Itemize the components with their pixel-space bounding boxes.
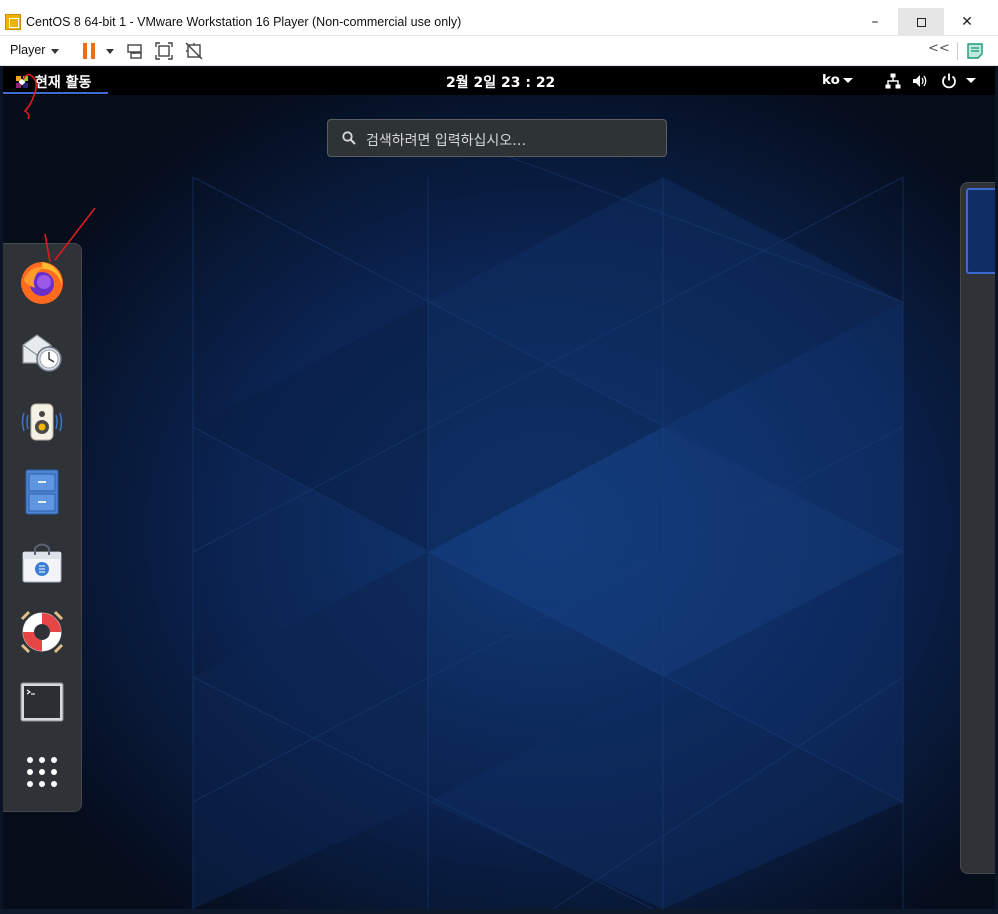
speaker-icon bbox=[21, 403, 63, 441]
player-toolbar: Player << bbox=[0, 36, 998, 66]
dock-item-terminal[interactable] bbox=[17, 677, 67, 727]
window-titlebar: CentOS 8 64-bit 1 - VMware Workstation 1… bbox=[0, 0, 998, 36]
guest-screen[interactable]: 현재 활동 2월 2일 23 : 22 ko 검색하려면 입력하십시오… bbox=[3, 67, 995, 909]
window-title: CentOS 8 64-bit 1 - VMware Workstation 1… bbox=[26, 15, 462, 29]
chevron-down-icon[interactable] bbox=[966, 78, 976, 83]
workspace-switcher[interactable] bbox=[960, 182, 995, 874]
toolbar-divider bbox=[957, 42, 958, 60]
network-wired-icon[interactable] bbox=[884, 72, 902, 90]
centos-logo-icon bbox=[16, 76, 28, 88]
power-icon[interactable] bbox=[940, 72, 958, 90]
activities-label: 현재 활동 bbox=[35, 75, 92, 91]
message-log-icon[interactable] bbox=[966, 42, 984, 60]
send-ctrl-alt-del-icon[interactable] bbox=[126, 42, 144, 60]
player-menu-button[interactable]: Player bbox=[10, 43, 45, 57]
fullscreen-icon[interactable] bbox=[155, 42, 173, 60]
mail-clock-icon bbox=[22, 334, 62, 372]
pause-icon[interactable] bbox=[83, 43, 96, 59]
dash-dock bbox=[3, 243, 82, 812]
search-placeholder: 검색하려면 입력하십시오… bbox=[366, 133, 527, 149]
input-language-indicator[interactable]: ko bbox=[822, 72, 840, 88]
gnome-top-bar: 현재 활동 2월 2일 23 : 22 ko bbox=[3, 67, 995, 95]
desktop-wallpaper bbox=[3, 67, 995, 909]
dock-item-rhythmbox[interactable] bbox=[17, 397, 67, 447]
activities-button[interactable]: 현재 활동 bbox=[14, 71, 91, 93]
maximize-icon bbox=[916, 17, 926, 27]
firefox-icon bbox=[21, 262, 63, 304]
vmware-logo-icon bbox=[5, 14, 21, 30]
chevron-down-icon[interactable] bbox=[843, 78, 853, 83]
dock-item-firefox[interactable] bbox=[17, 257, 67, 307]
maximize-button[interactable] bbox=[898, 8, 944, 36]
overview-search-input[interactable]: 검색하려면 입력하십시오… bbox=[327, 119, 667, 157]
workspace-thumbnail[interactable] bbox=[966, 188, 995, 274]
file-cabinet-icon bbox=[25, 469, 59, 515]
collapse-toolbar-button[interactable]: << bbox=[928, 41, 950, 56]
minimize-button[interactable]: – bbox=[852, 8, 898, 36]
chevron-down-icon[interactable] bbox=[51, 49, 59, 54]
chevron-down-icon[interactable] bbox=[106, 49, 114, 54]
volume-icon[interactable] bbox=[911, 72, 929, 90]
dock-item-help[interactable] bbox=[17, 607, 67, 657]
window-bottom-edge bbox=[0, 909, 998, 914]
dock-item-show-applications[interactable] bbox=[17, 747, 67, 797]
search-icon bbox=[342, 131, 356, 145]
dock-item-files[interactable] bbox=[17, 467, 67, 517]
terminal-icon bbox=[20, 682, 64, 722]
activities-active-indicator bbox=[3, 92, 108, 94]
dock-item-evolution[interactable] bbox=[17, 327, 67, 377]
dock-item-software[interactable] bbox=[17, 537, 67, 587]
clock[interactable]: 2월 2일 23 : 22 bbox=[446, 72, 555, 92]
app-grid-icon bbox=[27, 757, 57, 787]
shopping-bag-icon bbox=[22, 543, 62, 583]
lifebuoy-icon bbox=[20, 610, 64, 654]
close-button[interactable]: ✕ bbox=[944, 8, 990, 36]
unity-mode-icon[interactable] bbox=[185, 42, 203, 60]
